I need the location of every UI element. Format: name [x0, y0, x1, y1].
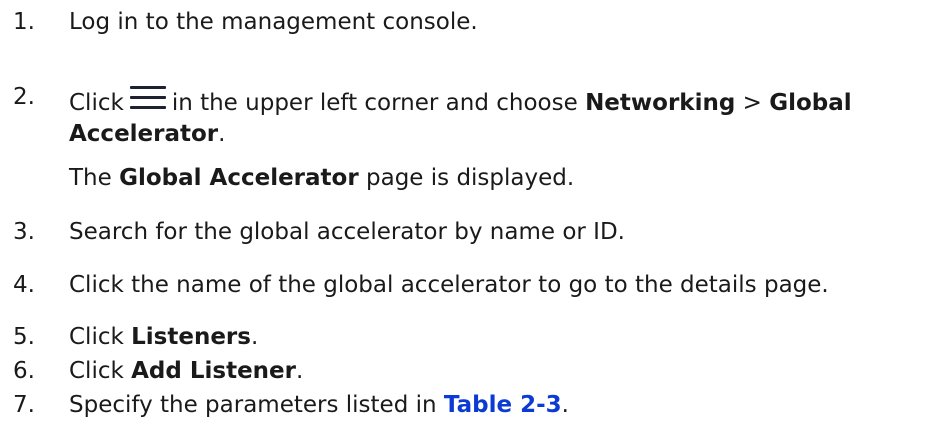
step-text: Click the name of the global accelerator…: [69, 272, 829, 298]
step-text-pre: Click: [69, 324, 124, 350]
ui-label-listeners: Listeners: [131, 324, 251, 350]
hamburger-menu-icon: [129, 82, 166, 112]
step-text-mid: in the upper left corner and choose: [171, 90, 578, 116]
step-number: 6.: [13, 358, 35, 384]
step-number: 4.: [13, 272, 35, 298]
step-number: 5.: [13, 324, 35, 350]
step-text-pre: Click: [69, 358, 124, 384]
result-text-post: page is displayed.: [366, 165, 575, 191]
menu-path-separator: >: [742, 90, 762, 116]
result-text-pre: The: [69, 165, 112, 191]
table-2-3-link[interactable]: Table 2-3: [444, 392, 562, 418]
step-text-end: .: [296, 358, 304, 384]
step-text: Search for the global accelerator by nam…: [69, 219, 625, 245]
menu-path-networking: Networking: [585, 90, 736, 116]
step-result-text: The Global Accelerator page is displayed…: [69, 163, 930, 194]
step-text: Log in to the management console.: [69, 9, 478, 35]
step-number: 7.: [13, 392, 35, 418]
step-text: Click Listeners.: [69, 322, 930, 353]
step-number: 2.: [13, 84, 35, 110]
step-text-pre: Click: [69, 90, 124, 116]
result-page-name: Global Accelerator: [119, 165, 359, 191]
procedure-document: 1. Log in to the management console. 2. …: [0, 0, 934, 428]
step-text: Click in the upper left corner and choose…: [69, 82, 930, 150]
step-text-end: .: [218, 121, 226, 147]
ui-label-add-listener: Add Listener: [131, 358, 296, 384]
step-text: Click Add Listener.: [69, 356, 930, 387]
step-text-end: .: [250, 324, 259, 350]
step-number: 3.: [13, 219, 35, 245]
step-text-pre: Specify the parameters listed in: [69, 392, 437, 418]
step-text: Specify the parameters listed in Table 2…: [69, 390, 930, 421]
step-number: 1.: [13, 9, 35, 35]
step-text-end: .: [561, 392, 569, 418]
